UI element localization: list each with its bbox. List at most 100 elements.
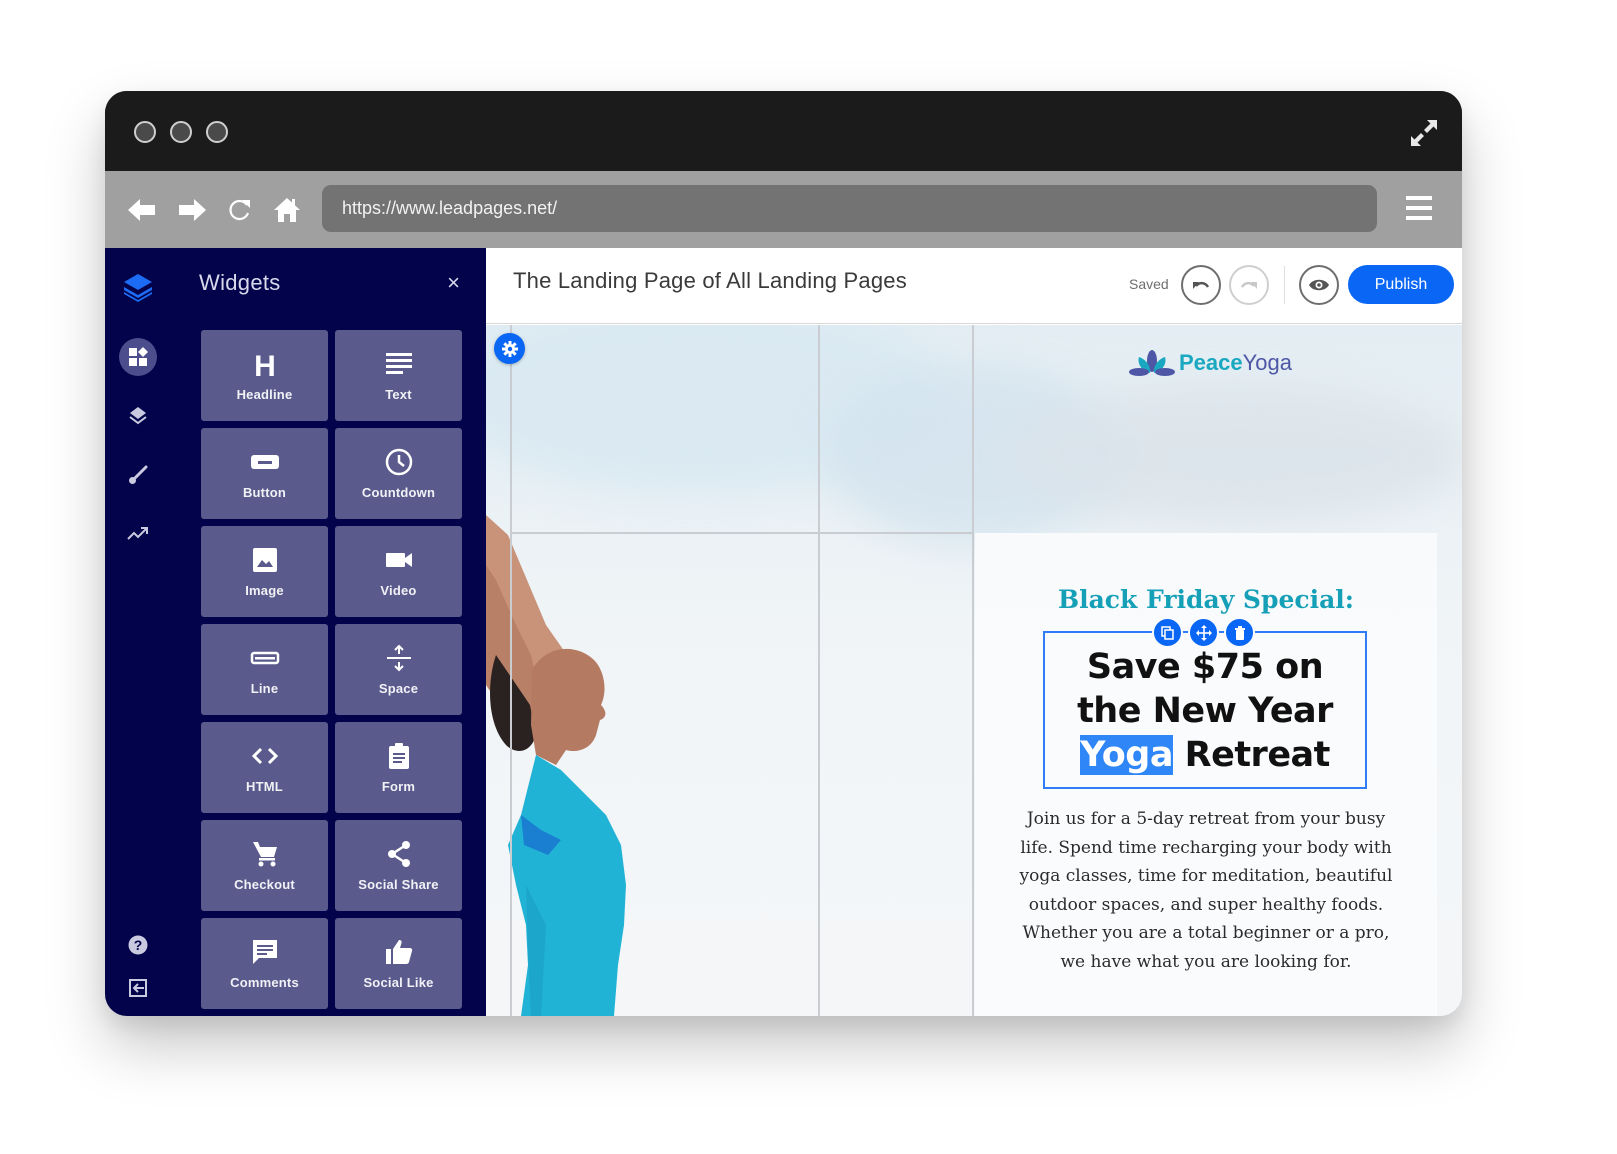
grid-guide xyxy=(510,325,512,1016)
close-window-button[interactable] xyxy=(134,121,156,143)
undo-button[interactable] xyxy=(1181,265,1221,305)
widget-tile-button[interactable]: Button xyxy=(201,428,328,519)
move-arrows-icon xyxy=(1195,624,1212,641)
widget-label: Headline xyxy=(236,387,293,402)
body-paragraph[interactable]: Join us for a 5-day retreat from your bu… xyxy=(1015,805,1397,976)
browser-window: https://www.leadpages.net/ ? Widgets × H… xyxy=(105,91,1462,1016)
content-section[interactable]: Black Friday Special: Save $75 on the Ne… xyxy=(975,533,1437,1016)
widget-label: Checkout xyxy=(234,877,295,892)
widget-tile-form[interactable]: Form xyxy=(335,722,462,813)
grid-guide xyxy=(510,532,973,534)
widget-label: Social Like xyxy=(363,975,434,990)
text-selection: Yoga xyxy=(1080,735,1173,775)
widget-label: Text xyxy=(385,387,412,402)
line-icon xyxy=(250,651,279,665)
url-bar[interactable]: https://www.leadpages.net/ xyxy=(322,185,1377,232)
widget-tile-headline[interactable]: H Headline xyxy=(201,330,328,421)
copy-icon xyxy=(1160,625,1174,640)
editor-area: The Landing Page of All Landing Pages Sa… xyxy=(486,248,1462,1016)
headline-line: Save $75 on xyxy=(1086,647,1324,687)
move-button[interactable] xyxy=(1188,617,1219,648)
minimize-window-button[interactable] xyxy=(170,121,192,143)
back-arrow-icon[interactable] xyxy=(127,195,157,225)
delete-button[interactable] xyxy=(1224,617,1255,648)
hamburger-menu-icon[interactable] xyxy=(1406,196,1432,220)
widget-label: Video xyxy=(380,583,417,598)
stacked-layers-logo-icon[interactable] xyxy=(119,268,157,306)
panel-title: Widgets xyxy=(199,270,281,295)
redo-icon xyxy=(1240,281,1257,289)
subheading[interactable]: Black Friday Special: xyxy=(975,585,1437,614)
paintbrush-icon[interactable] xyxy=(119,456,157,494)
trending-up-icon[interactable] xyxy=(119,514,157,552)
widget-action-toolbar xyxy=(1152,617,1255,648)
exit-icon[interactable] xyxy=(119,969,157,1007)
grid-guide xyxy=(818,325,820,1016)
selected-headline-widget[interactable]: Save $75 on the New Year Yoga Retreat xyxy=(1043,617,1367,789)
gear-icon xyxy=(501,340,518,357)
widget-tile-comments[interactable]: Comments xyxy=(201,918,328,1009)
widget-label: Comments xyxy=(230,975,299,990)
widget-label: Button xyxy=(242,485,287,500)
widget-label: Image xyxy=(245,583,284,598)
layers-icon[interactable] xyxy=(119,396,157,434)
widget-tile-checkout[interactable]: Checkout xyxy=(201,820,328,911)
eye-icon xyxy=(1309,279,1329,291)
headline-line: Yoga Retreat xyxy=(1045,733,1365,777)
headline-line: the New Year xyxy=(1077,691,1333,731)
home-icon[interactable] xyxy=(272,195,302,225)
section-settings-button[interactable] xyxy=(494,333,525,364)
peaceyoga-logo[interactable]: PeaceYoga xyxy=(1129,349,1292,377)
clipboard-form-icon xyxy=(388,743,409,769)
widget-tile-text[interactable]: Text xyxy=(335,330,462,421)
expand-arrows-icon[interactable] xyxy=(1408,117,1440,149)
icon-rail: ? xyxy=(105,248,172,1016)
widget-tile-image[interactable]: Image xyxy=(201,526,328,617)
video-camera-icon xyxy=(385,553,412,567)
widgets-icon[interactable] xyxy=(119,338,157,376)
button-icon xyxy=(250,455,279,469)
text-lines-icon xyxy=(385,353,412,374)
grid-guide xyxy=(972,325,974,1016)
editor-topbar: The Landing Page of All Landing Pages Sa… xyxy=(486,248,1462,324)
share-icon xyxy=(387,841,410,867)
zoom-window-button[interactable] xyxy=(206,121,228,143)
logo-text: PeaceYoga xyxy=(1179,350,1292,376)
lotus-icon xyxy=(1129,350,1175,376)
trash-icon xyxy=(1234,625,1245,640)
leadpages-editor: ? Widgets × H Headline Text Button Count… xyxy=(105,248,1462,1016)
page-canvas[interactable]: PeaceYoga Black Friday Special: Save $75… xyxy=(486,325,1462,1016)
widget-tile-social-share[interactable]: Social Share xyxy=(335,820,462,911)
undo-icon xyxy=(1193,281,1210,289)
widget-tile-video[interactable]: Video xyxy=(335,526,462,617)
browser-toolbar: https://www.leadpages.net/ xyxy=(105,171,1462,248)
duplicate-button[interactable] xyxy=(1152,617,1183,648)
reload-icon[interactable] xyxy=(225,195,255,225)
redo-button[interactable] xyxy=(1229,265,1269,305)
widget-tile-space[interactable]: Space xyxy=(335,624,462,715)
widgets-panel: Widgets × H Headline Text Button Countdo… xyxy=(172,248,486,1016)
preview-button[interactable] xyxy=(1299,265,1339,305)
help-circle-icon[interactable]: ? xyxy=(119,926,157,964)
logo-text-yoga: Yoga xyxy=(1242,350,1292,375)
widget-label: Form xyxy=(381,779,416,794)
yoga-woman-image xyxy=(486,515,626,1016)
widget-label: Line xyxy=(250,681,279,696)
shopping-cart-icon xyxy=(252,842,277,867)
logo-text-peace: Peace xyxy=(1179,350,1243,375)
page-title[interactable]: The Landing Page of All Landing Pages xyxy=(513,268,907,294)
widget-tile-line[interactable]: Line xyxy=(201,624,328,715)
widget-tile-html[interactable]: HTML xyxy=(201,722,328,813)
space-arrows-icon xyxy=(386,644,411,672)
widget-tile-social-like[interactable]: Social Like xyxy=(335,918,462,1009)
headline-text[interactable]: Save $75 on the New Year Yoga Retreat xyxy=(1045,645,1365,777)
comment-icon xyxy=(252,940,277,964)
toolbar-divider xyxy=(1284,266,1285,304)
close-icon[interactable]: × xyxy=(447,272,460,294)
publish-button[interactable]: Publish xyxy=(1348,265,1454,304)
thumbs-up-icon xyxy=(385,940,412,964)
widget-tile-countdown[interactable]: Countdown xyxy=(335,428,462,519)
sky-cloud xyxy=(1006,385,1462,525)
forward-arrow-icon[interactable] xyxy=(177,195,207,225)
widget-grid: H Headline Text Button Countdown Image V… xyxy=(201,330,463,1009)
